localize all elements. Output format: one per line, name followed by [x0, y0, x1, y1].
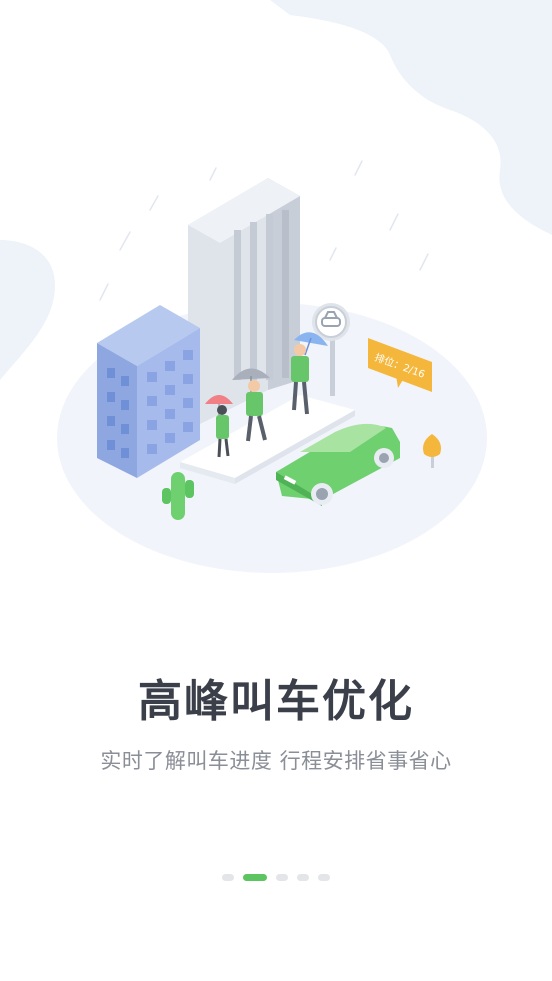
page-dot-1[interactable]	[222, 874, 234, 881]
page-dot-3[interactable]	[276, 874, 288, 881]
onboarding-subtitle: 实时了解叫车进度 行程安排省事省心	[100, 749, 452, 773]
onboarding-title: 高峰叫车优化	[138, 676, 414, 727]
background-blob-top-right	[270, 0, 552, 235]
page-dot-2-active[interactable]	[243, 874, 267, 881]
onboarding-illustration: 排位：2/16	[0, 0, 552, 573]
page-indicator	[0, 874, 552, 881]
page-dot-4[interactable]	[297, 874, 309, 881]
page-dot-5[interactable]	[318, 874, 330, 881]
onboarding-screen: 排位：2/16 高峰叫车优化 实时了解叫车进度 行程安排省事省心	[0, 0, 552, 981]
background-blob-left	[0, 240, 55, 380]
